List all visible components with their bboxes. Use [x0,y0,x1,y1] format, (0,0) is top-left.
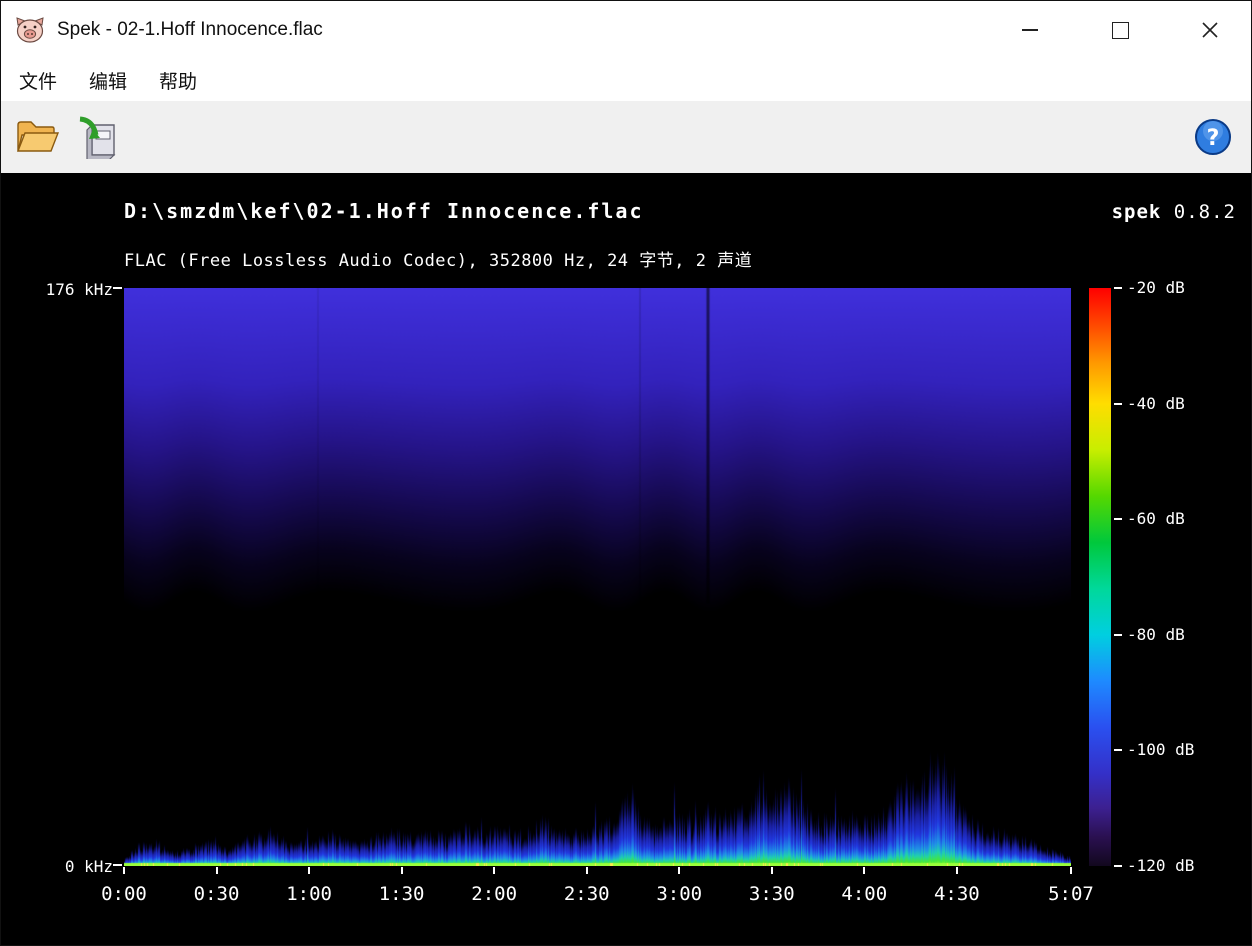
time-label: 3:30 [749,883,795,905]
help-icon: ? [1194,118,1232,156]
db-label: -20 dB [1127,278,1185,297]
app-version: spek 0.8.2 [1112,201,1236,223]
titlebar[interactable]: Spek - 02-1.Hoff Innocence.flac [1,1,1251,59]
time-tick [216,867,218,874]
spectrogram-panel: D:\smzdm\kef\02-1.Hoff Innocence.flac sp… [1,173,1251,945]
spek-window: Spek - 02-1.Hoff Innocence.flac 文件 编辑 帮助 [0,0,1252,946]
time-tick [678,867,680,874]
freq-max-label: 176 kHz [1,280,113,299]
y-axis-tick-top [113,287,122,289]
minimize-icon [1022,29,1038,31]
db-label: -100 dB [1127,740,1194,759]
app-version-number: 0.8.2 [1174,201,1236,223]
spectrogram-canvas [124,288,1071,866]
menubar: 文件 编辑 帮助 [1,59,1251,101]
db-tick [1114,749,1122,751]
window-title: Spek - 02-1.Hoff Innocence.flac [57,19,323,41]
close-icon [1201,21,1219,39]
db-tick [1114,865,1122,867]
menu-edit[interactable]: 编辑 [75,63,141,98]
open-file-button[interactable] [11,108,63,166]
time-tick [1070,867,1072,874]
menu-file[interactable]: 文件 [5,63,71,98]
freq-min-label: 0 kHz [1,857,113,876]
time-label: 4:30 [934,883,980,905]
help-button[interactable]: ? [1187,108,1239,166]
minimize-button[interactable] [1007,7,1053,53]
toolbar: ? [1,101,1251,173]
time-tick [493,867,495,874]
time-label: 1:30 [379,883,425,905]
db-tick [1114,403,1122,405]
time-label: 0:30 [194,883,240,905]
db-colorbar [1089,288,1111,866]
time-tick [863,867,865,874]
time-label: 2:30 [564,883,610,905]
db-label: -40 dB [1127,394,1185,413]
time-tick [123,867,125,874]
maximize-button[interactable] [1097,7,1143,53]
time-tick [956,867,958,874]
time-label: 5:07 [1048,883,1094,905]
y-axis-tick-bottom [113,864,122,866]
time-label: 0:00 [101,883,147,905]
window-controls [1007,1,1251,59]
time-label: 4:00 [841,883,887,905]
time-label: 1:00 [286,883,332,905]
format-info: FLAC (Free Lossless Audio Codec), 352800… [124,246,752,271]
db-label: -80 dB [1127,625,1185,644]
menu-help[interactable]: 帮助 [145,63,211,98]
svg-text:?: ? [1207,126,1220,151]
time-label: 3:00 [656,883,702,905]
db-label: -60 dB [1127,509,1185,528]
save-icon [76,115,122,159]
spek-pig-logo-icon [15,16,45,44]
time-label: 2:00 [471,883,517,905]
time-tick [401,867,403,874]
close-button[interactable] [1187,7,1233,53]
time-tick [308,867,310,874]
save-button[interactable] [73,108,125,166]
db-tick [1114,287,1122,289]
open-folder-icon [14,116,60,158]
maximize-icon [1112,22,1129,39]
file-path: D:\smzdm\kef\02-1.Hoff Innocence.flac [124,199,644,223]
db-tick [1114,634,1122,636]
app-name: spek [1112,201,1162,223]
time-tick [586,867,588,874]
time-tick [771,867,773,874]
db-tick [1114,518,1122,520]
db-label: -120 dB [1127,856,1194,875]
